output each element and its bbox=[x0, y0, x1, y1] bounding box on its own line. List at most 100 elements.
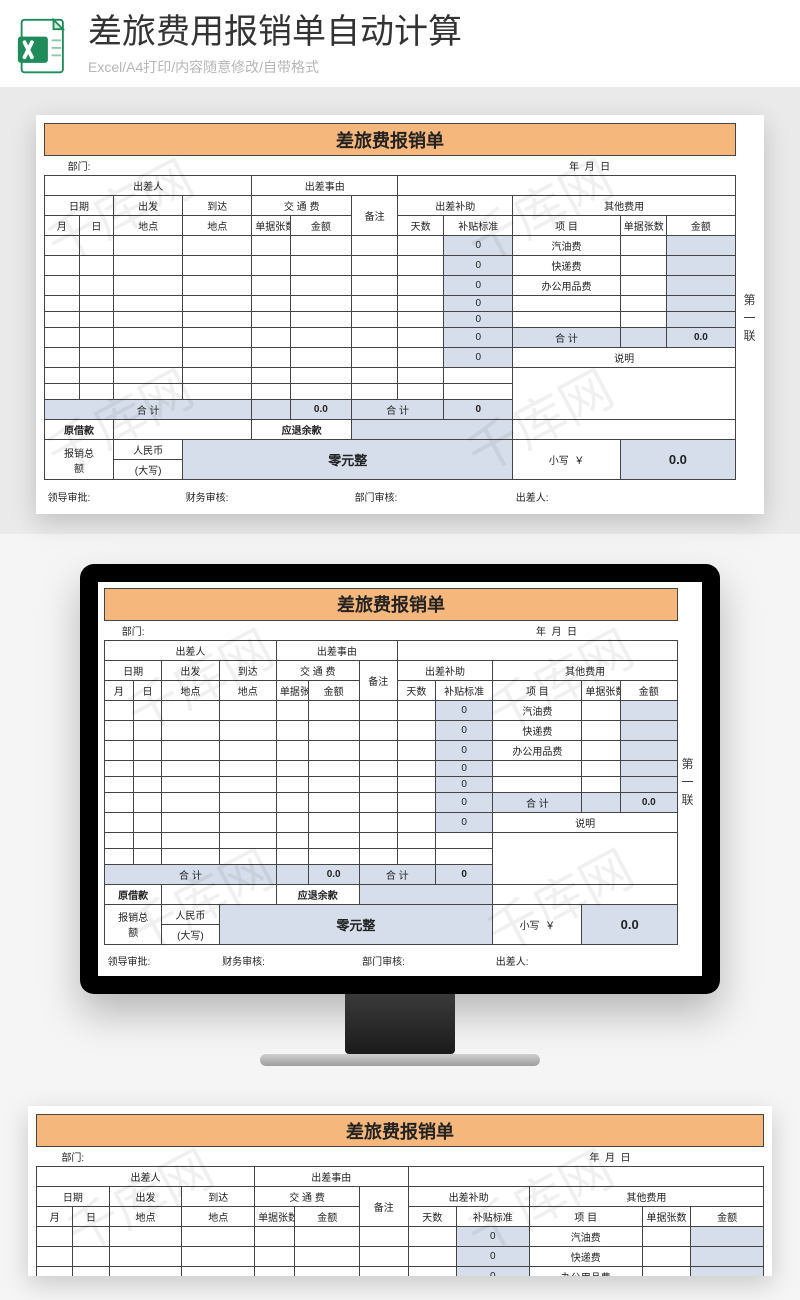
other-item-express: 快递费 bbox=[529, 1247, 642, 1267]
hdr-transport: 交 通 费 bbox=[255, 1187, 360, 1207]
allowance-value: 0 bbox=[444, 296, 513, 312]
hdr-arrive: 到达 bbox=[219, 660, 276, 680]
page-title: 差旅费用报销单自动计算 bbox=[88, 14, 784, 51]
other-item-office: 办公用品费 bbox=[513, 276, 620, 296]
allowance-value: 0 bbox=[435, 776, 492, 792]
sign-leader: 领导审批: bbox=[105, 944, 220, 970]
hdr-place-depart: 地点 bbox=[162, 680, 219, 700]
other-subtotal-label: 合 计 bbox=[493, 792, 582, 812]
hdr-other-amount: 金额 bbox=[691, 1207, 764, 1227]
department-label: 部门: bbox=[37, 1147, 110, 1167]
hdr-reason: 出差事由 bbox=[252, 176, 398, 196]
allowance-value: 0 bbox=[456, 1267, 529, 1277]
note-area[interactable] bbox=[513, 368, 736, 420]
hdr-depart: 出发 bbox=[162, 660, 219, 680]
advance-label: 原借款 bbox=[105, 884, 162, 904]
other-item-express: 快递费 bbox=[513, 256, 620, 276]
preview-stage-3: 差旅费报销单 部门: 年 月 日 出差人 出差事由 日期 出发 到达 交 通 费… bbox=[28, 1106, 772, 1276]
hdr-allowance: 出差补助 bbox=[408, 1187, 529, 1207]
hdr-day: 日 bbox=[73, 1207, 109, 1227]
note-label: 说明 bbox=[513, 348, 736, 368]
lower-label: 小写 ￥ bbox=[493, 904, 582, 944]
hdr-item: 项 目 bbox=[513, 216, 620, 236]
grand-total-label: 报销总额 bbox=[45, 440, 114, 480]
hdr-month: 月 bbox=[37, 1207, 73, 1227]
sheet-side-label: 第一联 bbox=[741, 293, 758, 347]
other-item-fuel: 汽油费 bbox=[493, 700, 582, 720]
hdr-date: 日期 bbox=[105, 660, 162, 680]
hdr-receipt-count: 单据张数 bbox=[252, 216, 290, 236]
hdr-traveler: 出差人 bbox=[37, 1167, 255, 1187]
sign-dept: 部门审核: bbox=[352, 480, 513, 506]
hdr-allowance-std: 补贴标准 bbox=[435, 680, 492, 700]
rmb-upper-label-2: (大写) bbox=[162, 924, 219, 944]
hdr-place-depart: 地点 bbox=[109, 1207, 182, 1227]
hdr-item: 项 目 bbox=[493, 680, 582, 700]
sheet-title: 差旅费报销单 bbox=[37, 1115, 764, 1147]
hdr-remark: 备注 bbox=[359, 660, 397, 700]
allowance-value: 0 bbox=[435, 792, 492, 812]
preview-stage-1: 第一联 差旅费报销单 部门: 年 月 日 出差人 出差事由 日期 出发 到达 交… bbox=[0, 87, 800, 534]
sign-finance: 财务审核: bbox=[219, 944, 359, 970]
allowance-value: 0 bbox=[444, 312, 513, 328]
hdr-other-receipt-count: 单据张数 bbox=[582, 680, 620, 700]
hdr-allowance-std: 补贴标准 bbox=[456, 1207, 529, 1227]
refund-label: 应退余款 bbox=[276, 884, 359, 904]
other-subtotal-value: 0.0 bbox=[620, 792, 677, 812]
hdr-date: 日期 bbox=[37, 1187, 110, 1207]
hdr-arrive: 到达 bbox=[183, 196, 252, 216]
expense-form-table: 差旅费报销单 部门: 年 月 日 出差人 出差事由 日期 出发 到达 交 通 费… bbox=[36, 1114, 764, 1276]
preview-stage-2: 第一联 差旅费报销单 部门: 年 月 日 出差人 出差事由 日期 出发 到达 交… bbox=[0, 534, 800, 1107]
date-label: 年 月 日 bbox=[444, 156, 736, 176]
department-label: 部门: bbox=[105, 620, 162, 640]
hdr-remark: 备注 bbox=[352, 196, 398, 236]
date-label: 年 月 日 bbox=[456, 1147, 763, 1167]
hdr-item: 项 目 bbox=[529, 1207, 642, 1227]
rmb-upper-label-1: 人民币 bbox=[162, 904, 219, 924]
allowance-value: 0 bbox=[444, 256, 513, 276]
hdr-traveler: 出差人 bbox=[45, 176, 252, 196]
hdr-place-depart: 地点 bbox=[114, 216, 183, 236]
hdr-other: 其他费用 bbox=[513, 196, 736, 216]
allowance-subtotal-value: 0 bbox=[435, 864, 492, 884]
sheet-side-label: 第一联 bbox=[679, 758, 696, 812]
hdr-place-arrive: 地点 bbox=[183, 216, 252, 236]
sign-traveler: 出差人: bbox=[493, 944, 678, 970]
transport-subtotal-label: 合 计 bbox=[105, 864, 277, 884]
other-item-office: 办公用品费 bbox=[529, 1267, 642, 1277]
hdr-amount: 金额 bbox=[295, 1207, 360, 1227]
department-label: 部门: bbox=[45, 156, 114, 176]
hdr-traveler: 出差人 bbox=[105, 640, 277, 660]
page-subtitle: Excel/A4打印/内容随意修改/自带格式 bbox=[88, 57, 784, 77]
allowance-value: 0 bbox=[444, 236, 513, 256]
hdr-allowance: 出差补助 bbox=[397, 660, 492, 680]
date-label: 年 月 日 bbox=[435, 620, 677, 640]
note-area[interactable] bbox=[493, 832, 678, 884]
excel-file-icon bbox=[16, 16, 76, 76]
grand-total-label: 报销总额 bbox=[105, 904, 162, 944]
rmb-upper-value: 零元整 bbox=[219, 904, 493, 944]
hdr-allowance: 出差补助 bbox=[398, 196, 513, 216]
allowance-subtotal-label: 合 计 bbox=[359, 864, 435, 884]
hdr-depart: 出发 bbox=[114, 196, 183, 216]
hdr-reason: 出差事由 bbox=[255, 1167, 408, 1187]
sign-dept: 部门审核: bbox=[359, 944, 493, 970]
hdr-month: 月 bbox=[45, 216, 80, 236]
expense-sheet-card: 第一联 差旅费报销单 部门: 年 月 日 出差人 出差事由 日期 出发 到达 交… bbox=[36, 115, 764, 514]
hdr-transport: 交 通 费 bbox=[252, 196, 352, 216]
hdr-place-arrive: 地点 bbox=[219, 680, 276, 700]
other-item-express: 快递费 bbox=[493, 720, 582, 740]
hdr-month: 月 bbox=[105, 680, 134, 700]
hdr-days: 天数 bbox=[408, 1207, 456, 1227]
rmb-upper-label-2: (大写) bbox=[114, 460, 183, 480]
rmb-upper-label-1: 人民币 bbox=[114, 440, 183, 460]
hdr-remark: 备注 bbox=[360, 1187, 408, 1227]
hdr-arrive: 到达 bbox=[182, 1187, 255, 1207]
transport-subtotal-label: 合 计 bbox=[45, 400, 252, 420]
hdr-date: 日期 bbox=[45, 196, 114, 216]
expense-form-table: 差旅费报销单 部门: 年 月 日 出差人 出差事由 日期 出发 到达 交 通 费… bbox=[104, 588, 678, 971]
other-subtotal-value: 0.0 bbox=[666, 328, 735, 348]
lower-value: 0.0 bbox=[582, 904, 678, 944]
hdr-receipt-count: 单据张数 bbox=[255, 1207, 295, 1227]
allowance-value: 0 bbox=[435, 720, 492, 740]
